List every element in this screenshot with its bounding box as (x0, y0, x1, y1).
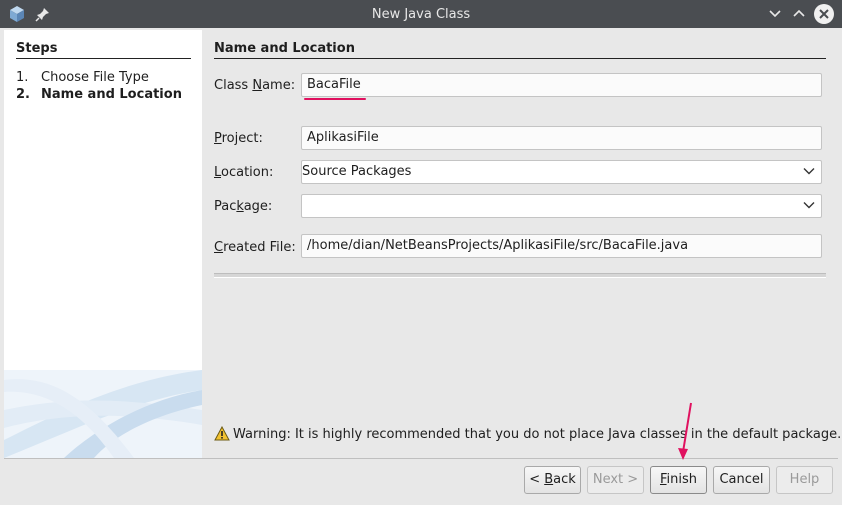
project-label: Project: (214, 131, 263, 146)
label-part: Class (214, 78, 253, 93)
title-bar: New Java Class (0, 0, 842, 28)
label-part: reated File: (223, 240, 296, 255)
form-separator (214, 273, 826, 278)
project-field[interactable]: AplikasiFile (301, 126, 822, 150)
step-label: Choose File Type (41, 70, 149, 85)
class-name-input[interactable]: BacaFile (301, 73, 822, 97)
package-dropdown[interactable] (301, 194, 822, 218)
steps-panel: Steps 1. Choose File Type 2. Name and Loca… (4, 30, 202, 458)
help-button[interactable]: Help (776, 466, 833, 494)
created-file-label: Created File: (214, 240, 296, 255)
section-divider (214, 58, 826, 59)
step-number: 1. (16, 70, 29, 85)
label-mnemonic: k (236, 199, 244, 214)
label-mnemonic: L (214, 165, 222, 180)
button-label-part: < (529, 472, 545, 487)
name-and-location-panel: Name and Location Class Name: BacaFile P… (202, 30, 842, 458)
chevron-down-icon (803, 168, 815, 175)
chevron-down-icon (769, 10, 781, 18)
label-part: age: (243, 199, 273, 214)
window-title: New Java Class (371, 7, 471, 22)
button-label: Next > (592, 472, 639, 487)
package-label: Package: (214, 199, 272, 214)
label-mnemonic: C (214, 240, 224, 255)
label-part: Pac (214, 199, 237, 214)
button-label: Cancel (719, 472, 764, 487)
label-part: ame: (262, 78, 296, 93)
steps-divider (16, 58, 191, 59)
label-mnemonic: P (214, 131, 222, 146)
button-label-part: inish (666, 472, 698, 487)
button-bar-divider (4, 458, 838, 459)
created-file-value: /home/dian/NetBeansProjects/AplikasiFile… (307, 238, 689, 253)
project-value: AplikasiFile (307, 130, 379, 145)
location-dropdown[interactable]: Source Packages (301, 160, 822, 184)
decorative-swoosh-graphic (4, 370, 202, 458)
button-mnemonic: B (544, 472, 554, 487)
section-title: Name and Location (214, 41, 355, 56)
maximize-button[interactable] (789, 4, 809, 24)
cancel-button[interactable]: Cancel (713, 466, 770, 494)
label-part: ocation: (221, 165, 274, 180)
warning-message: Warning: It is highly recommended that y… (214, 426, 841, 442)
annotation-underline (304, 98, 366, 100)
button-label-part: ack (553, 472, 576, 487)
step-choose-file-type: 1. Choose File Type (16, 70, 149, 85)
steps-title: Steps (16, 41, 58, 56)
class-name-label: Class Name: (214, 78, 295, 93)
location-value: Source Packages (302, 164, 412, 179)
chevron-up-icon (793, 9, 805, 17)
location-label: Location: (214, 165, 273, 180)
step-number: 2. (16, 87, 30, 102)
close-icon (819, 9, 829, 19)
button-label: Help (789, 472, 820, 487)
finish-button[interactable]: Finish (650, 466, 707, 494)
close-button[interactable] (814, 4, 834, 24)
step-label: Name and Location (41, 87, 182, 102)
minimize-button[interactable] (765, 4, 785, 24)
warning-icon (214, 426, 230, 441)
label-mnemonic: N (252, 78, 263, 93)
created-file-field[interactable]: /home/dian/NetBeansProjects/AplikasiFile… (301, 234, 822, 258)
step-name-and-location: 2. Name and Location (16, 87, 182, 102)
class-name-value: BacaFile (307, 77, 361, 92)
chevron-down-icon (803, 202, 815, 209)
label-part: roject: (221, 131, 263, 146)
next-button[interactable]: Next > (587, 466, 644, 494)
warning-text: Warning: It is highly recommended that y… (233, 427, 842, 442)
back-button[interactable]: < Back (524, 466, 581, 494)
